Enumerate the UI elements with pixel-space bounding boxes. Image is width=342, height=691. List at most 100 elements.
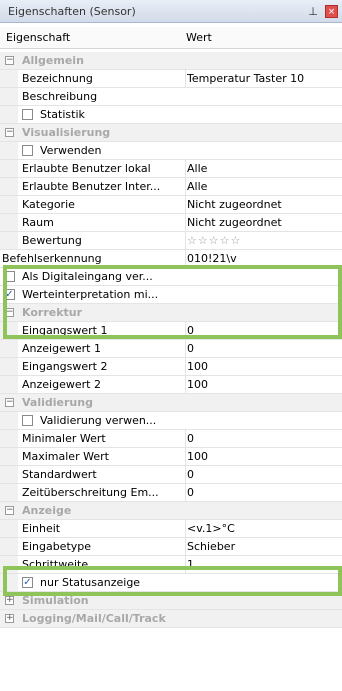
category-simulation[interactable]: + Simulation	[0, 592, 342, 610]
property-row[interactable]: Anzeigewert 1 0	[0, 340, 342, 358]
rating-stars[interactable]: ☆☆☆☆☆	[185, 232, 338, 250]
digitaleingang-checkbox[interactable]	[4, 271, 15, 282]
category-logging[interactable]: + Logging/Mail/Call/Track	[0, 610, 342, 628]
panel-title: Eigenschaften (Sensor)	[8, 4, 136, 18]
property-value[interactable]: Temperatur Taster 10	[185, 70, 338, 88]
property-value[interactable]: Nicht zugeordnet	[185, 214, 338, 232]
property-value[interactable]: 100	[185, 448, 338, 466]
category-anzeige[interactable]: − Anzeige	[0, 502, 342, 520]
property-name: Werteinterpretation mi...	[22, 288, 159, 301]
property-row[interactable]: Einheit <v.1>°C	[0, 520, 342, 538]
property-name: Schrittweite	[22, 558, 89, 571]
grid-header: Eigenschaft Wert	[0, 27, 342, 49]
property-row[interactable]: Raum Nicht zugeordnet	[0, 214, 342, 232]
category-label: Allgemein	[22, 54, 84, 67]
property-value[interactable]: 010!21\v	[185, 250, 338, 268]
collapse-icon[interactable]: −	[5, 56, 14, 65]
property-name: Verwenden	[40, 144, 102, 157]
category-label: Validierung	[22, 396, 93, 409]
property-row[interactable]: ✓ nur Statusanzeige	[0, 574, 342, 592]
category-korrektur[interactable]: − Korrektur	[0, 304, 342, 322]
expand-icon[interactable]: +	[5, 596, 14, 605]
property-value[interactable]: Alle	[185, 178, 338, 196]
property-name: Zeitüberschreitung Em...	[22, 486, 159, 499]
property-row[interactable]: ✓ Werteinterpretation mi...	[0, 286, 342, 304]
category-label: Logging/Mail/Call/Track	[22, 612, 166, 625]
property-value[interactable]: Nicht zugeordnet	[185, 196, 338, 214]
property-name: Minimaler Wert	[22, 432, 106, 445]
property-name: Maximaler Wert	[22, 450, 109, 463]
collapse-icon[interactable]: −	[5, 398, 14, 407]
property-name: Eingangswert 2	[22, 360, 108, 373]
close-icon[interactable]: ×	[325, 4, 338, 18]
property-name: Raum	[22, 216, 54, 229]
property-grid: − Allgemein Bezeichnung Temperatur Taste…	[0, 52, 342, 628]
collapse-icon[interactable]: −	[5, 506, 14, 515]
category-allgemein[interactable]: − Allgemein	[0, 52, 342, 70]
category-validierung[interactable]: − Validierung	[0, 394, 342, 412]
property-row[interactable]: Validierung verwen...	[0, 412, 342, 430]
property-value[interactable]: Alle	[185, 160, 338, 178]
property-value[interactable]: 100	[185, 358, 338, 376]
property-value[interactable]: <v.1>°C	[185, 520, 338, 538]
property-row[interactable]: Maximaler Wert 100	[0, 448, 342, 466]
property-name: Eingabetype	[22, 540, 92, 553]
panel-titlebar: Eigenschaften (Sensor) ⊥ ×	[0, 0, 342, 23]
property-name: Anzeigewert 1	[22, 342, 101, 355]
property-row[interactable]: Befehlserkennung 010!21\v	[0, 250, 342, 268]
statistik-checkbox[interactable]	[22, 109, 33, 120]
property-row[interactable]: Eingabetype Schieber	[0, 538, 342, 556]
property-name: Standardwert	[22, 468, 97, 481]
property-value[interactable]: 1	[185, 556, 338, 574]
property-row[interactable]: Eingangswert 1 0	[0, 322, 342, 340]
category-label: Korrektur	[22, 306, 83, 319]
property-value[interactable]: 0	[185, 340, 338, 358]
category-visualisierung[interactable]: − Visualisierung	[0, 124, 342, 142]
category-label: Simulation	[22, 594, 89, 607]
property-name: Bewertung	[22, 234, 82, 247]
property-name: Beschreibung	[22, 90, 98, 103]
property-row[interactable]: Anzeigewert 2 100	[0, 376, 342, 394]
property-name: Erlaubte Benutzer Inter...	[22, 180, 161, 193]
property-name: Eingangswert 1	[22, 324, 108, 337]
category-label: Visualisierung	[22, 126, 111, 139]
property-row[interactable]: Bewertung ☆☆☆☆☆	[0, 232, 342, 250]
property-value[interactable]: 0	[185, 322, 338, 340]
property-row[interactable]: Erlaubte Benutzer Inter... Alle	[0, 178, 342, 196]
property-row[interactable]: Beschreibung	[0, 88, 342, 106]
property-name: Befehlserkennung	[2, 252, 102, 265]
property-name: nur Statusanzeige	[40, 576, 141, 589]
property-name: Statistik	[40, 108, 85, 121]
property-row[interactable]: Zeitüberschreitung Em... 0	[0, 484, 342, 502]
verwenden-checkbox[interactable]	[22, 145, 33, 156]
property-row[interactable]: Verwenden	[0, 142, 342, 160]
werteinterpretation-checkbox[interactable]: ✓	[4, 289, 15, 300]
property-name: Einheit	[22, 522, 61, 535]
collapse-icon[interactable]: −	[5, 308, 14, 317]
column-header-value[interactable]: Wert	[186, 27, 212, 49]
expand-icon[interactable]: +	[5, 614, 14, 623]
property-row[interactable]: Als Digitaleingang ver...	[0, 268, 342, 286]
property-row[interactable]: Bezeichnung Temperatur Taster 10	[0, 70, 342, 88]
property-value[interactable]: 0	[185, 484, 338, 502]
property-row[interactable]: Eingangswert 2 100	[0, 358, 342, 376]
property-row[interactable]: Erlaubte Benutzer lokal Alle	[0, 160, 342, 178]
property-name: Kategorie	[22, 198, 75, 211]
property-value[interactable]: 0	[185, 466, 338, 484]
property-row[interactable]: Standardwert 0	[0, 466, 342, 484]
validierung-checkbox[interactable]	[22, 415, 33, 426]
property-row[interactable]: Statistik	[0, 106, 342, 124]
property-row[interactable]: Kategorie Nicht zugeordnet	[0, 196, 342, 214]
collapse-icon[interactable]: −	[5, 128, 14, 137]
property-name: Als Digitaleingang ver...	[22, 270, 153, 283]
property-value[interactable]: 100	[185, 376, 338, 394]
pin-icon[interactable]: ⊥	[307, 5, 319, 18]
property-row[interactable]: Schrittweite 1	[0, 556, 342, 574]
property-name: Anzeigewert 2	[22, 378, 101, 391]
property-value[interactable]: 0	[185, 430, 338, 448]
property-name: Erlaubte Benutzer lokal	[22, 162, 151, 175]
property-value[interactable]: Schieber	[185, 538, 338, 556]
column-header-property[interactable]: Eigenschaft	[6, 27, 70, 49]
property-row[interactable]: Minimaler Wert 0	[0, 430, 342, 448]
statusanzeige-checkbox[interactable]: ✓	[22, 577, 33, 588]
